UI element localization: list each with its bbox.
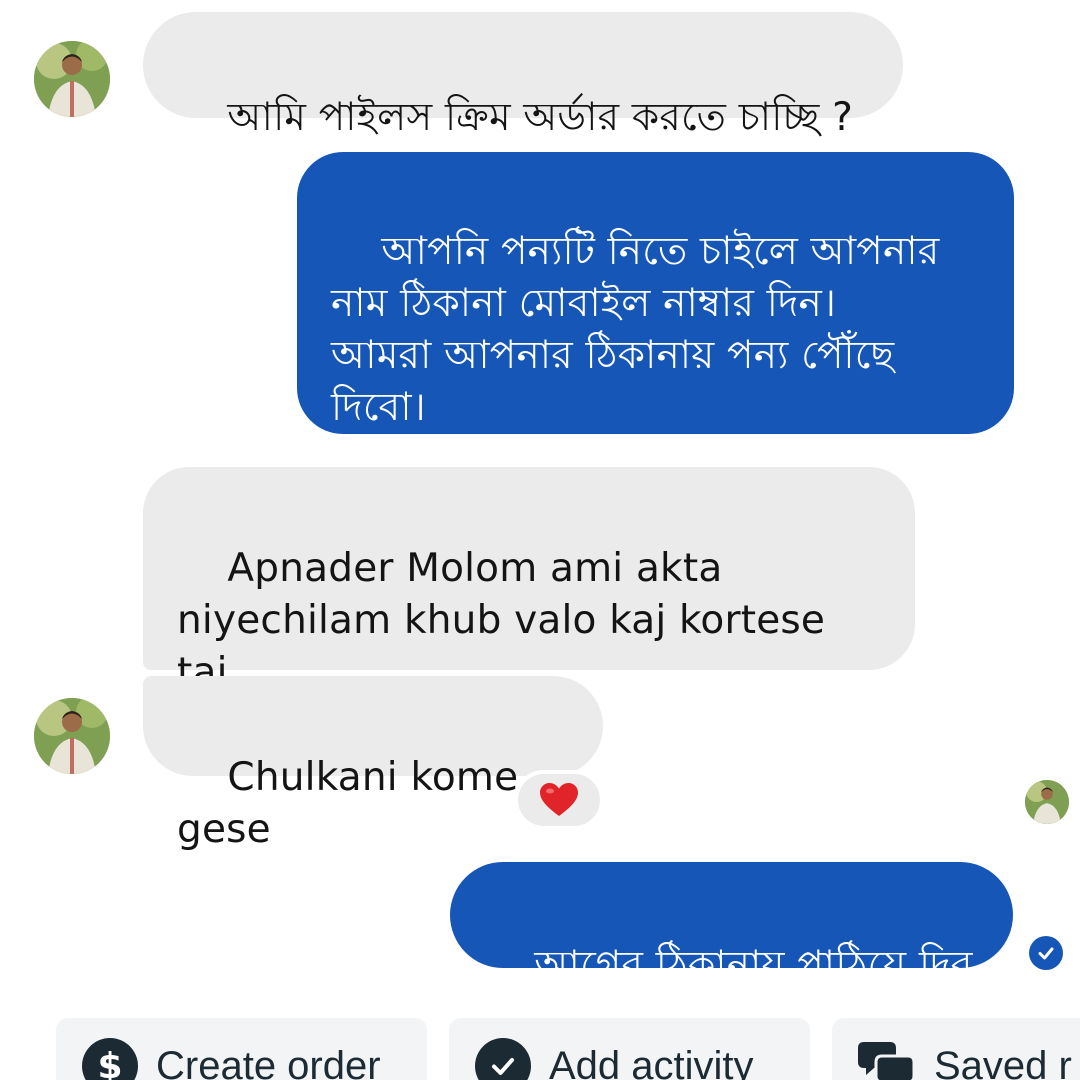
saved-replies-icon <box>858 1042 916 1080</box>
message-text: আমি পাইলস ক্রিম অর্ডার করতে চাচ্ছি ? <box>227 95 854 140</box>
message-text: আগের ঠিকানায় পাঠিয়ে দিব <box>534 943 973 988</box>
contact-avatar[interactable] <box>34 698 110 774</box>
message-reaction[interactable] <box>514 770 604 830</box>
chat-screen: আমি পাইলস ক্রিম অর্ডার করতে চাচ্ছি ? আপন… <box>0 0 1080 1080</box>
heart-icon <box>540 783 578 816</box>
incoming-message[interactable]: আমি পাইলস ক্রিম অর্ডার করতে চাচ্ছি ? <box>143 12 903 140</box>
incoming-message[interactable]: Apnader Molom ami akta niyechilam khub v… <box>143 467 915 747</box>
contact-avatar[interactable] <box>34 41 110 117</box>
incoming-message[interactable]: Chulkani kome gese <box>143 676 603 852</box>
svg-text:$: $ <box>97 1046 122 1080</box>
saved-replies-button[interactable]: Saved r <box>832 1018 1080 1080</box>
person-photo-icon <box>34 41 110 117</box>
outgoing-message[interactable]: আপনি পন্যটি নিতে চাইলে আপনার নাম ঠিকানা … <box>297 152 1014 434</box>
checkmark-icon <box>475 1038 531 1080</box>
add-activity-label: Add activity <box>549 1044 754 1080</box>
message-text: আপনি পন্যটি নিতে চাইলে আপনার নাম ঠিকানা … <box>331 229 940 430</box>
seen-avatar <box>1025 780 1069 824</box>
dollar-icon: $ <box>82 1038 138 1080</box>
person-photo-icon <box>34 698 110 774</box>
create-order-label: Create order <box>156 1044 381 1080</box>
saved-replies-label: Saved r <box>934 1044 1072 1080</box>
outgoing-message[interactable]: আগের ঠিকানায় পাঠিয়ে দিব <box>450 862 1013 988</box>
add-activity-button[interactable]: Add activity <box>449 1018 810 1080</box>
message-text: Chulkani kome gese <box>177 755 519 852</box>
person-photo-icon <box>1025 780 1069 824</box>
create-order-button[interactable]: $ Create order <box>56 1018 427 1080</box>
delivered-check-icon <box>1029 936 1063 970</box>
